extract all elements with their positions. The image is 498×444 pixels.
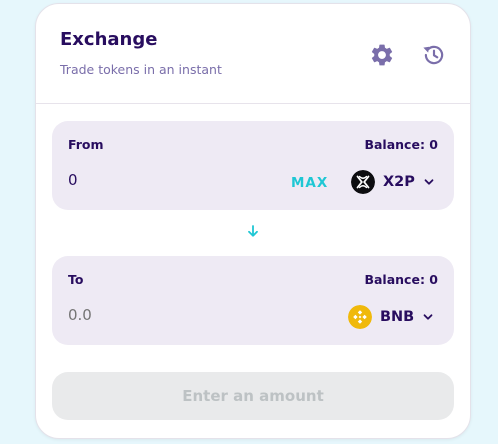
exchange-card: Exchange Trade tokens in an instant From…	[35, 3, 471, 439]
to-amount-input[interactable]	[68, 306, 248, 324]
to-token-selector[interactable]: BNB	[348, 303, 434, 331]
from-token-symbol: X2P	[383, 174, 415, 190]
page-subtitle: Trade tokens in an instant	[60, 62, 222, 77]
from-panel: From Balance: 0 MAX X2P	[52, 121, 454, 210]
from-balance: Balance: 0	[364, 137, 438, 152]
from-label: From	[68, 137, 104, 152]
chevron-down-icon	[424, 179, 434, 185]
from-token-selector[interactable]: X2P	[351, 168, 435, 196]
arrow-down-icon[interactable]	[246, 224, 260, 238]
to-token-symbol: BNB	[380, 309, 415, 325]
from-amount-input[interactable]	[68, 171, 248, 189]
max-button[interactable]: MAX	[291, 175, 328, 191]
history-icon[interactable]	[421, 42, 447, 68]
to-panel: To Balance: 0 BNB	[52, 256, 454, 345]
enter-amount-button[interactable]: Enter an amount	[52, 372, 454, 420]
to-label: To	[68, 272, 84, 287]
page-title: Exchange	[60, 29, 158, 50]
bnb-token-icon	[348, 305, 372, 329]
exchange-header: Exchange Trade tokens in an instant	[36, 4, 470, 104]
x2p-token-icon	[351, 170, 375, 194]
to-balance: Balance: 0	[364, 272, 438, 287]
gear-icon[interactable]	[369, 42, 395, 68]
chevron-down-icon	[423, 314, 433, 320]
